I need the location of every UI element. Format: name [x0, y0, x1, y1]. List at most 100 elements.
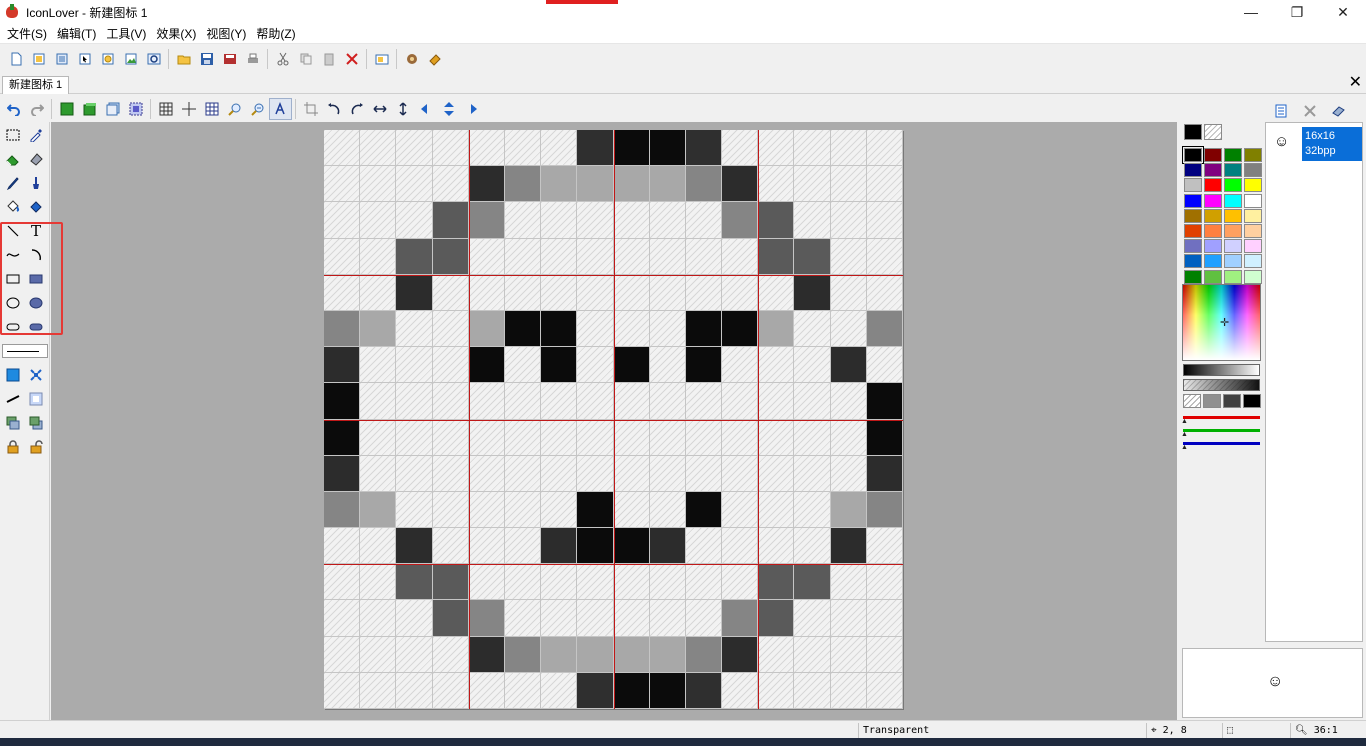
- pixel-cell[interactable]: [758, 564, 795, 601]
- palette-swatch[interactable]: [1204, 254, 1222, 269]
- undo-icon[interactable]: [2, 98, 25, 120]
- rounded-rect-tool-icon[interactable]: [2, 316, 24, 338]
- palette-swatch[interactable]: [1204, 193, 1222, 208]
- pixel-cell[interactable]: [685, 310, 723, 348]
- transparent-pixel-cell[interactable]: [830, 166, 867, 203]
- palette-swatch[interactable]: [1184, 208, 1202, 223]
- crop-icon[interactable]: [299, 98, 322, 120]
- transparent-pixel-cell[interactable]: [360, 130, 397, 167]
- palette-swatch[interactable]: [1184, 239, 1202, 254]
- transparent-pixel-cell[interactable]: [866, 528, 903, 565]
- delete-icon[interactable]: [340, 48, 363, 70]
- palette-swatch[interactable]: [1184, 254, 1202, 269]
- pixel-cell[interactable]: [613, 672, 650, 709]
- pixel-cell[interactable]: [432, 600, 469, 637]
- transparent-pixel-cell[interactable]: [830, 383, 867, 420]
- transparent-pixel-cell[interactable]: [504, 419, 542, 456]
- pixel-cell[interactable]: [541, 528, 578, 565]
- transparent-pixel-cell[interactable]: [432, 347, 469, 384]
- transparent-pixel-cell[interactable]: [468, 274, 505, 311]
- transparent-pixel-cell[interactable]: [360, 419, 397, 456]
- transparent-pixel-cell[interactable]: [577, 419, 614, 456]
- pixel-cell[interactable]: [830, 528, 867, 565]
- transparent-pixel-cell[interactable]: [794, 347, 831, 384]
- transparent-pixel-cell[interactable]: [468, 672, 505, 709]
- palette-swatch[interactable]: [1184, 269, 1202, 284]
- transparent-pixel-cell[interactable]: [360, 383, 397, 420]
- transparent-pixel-cell[interactable]: [866, 672, 903, 709]
- palette-swatch[interactable]: [1244, 178, 1262, 193]
- transparent-pixel-cell[interactable]: [432, 274, 469, 311]
- transparent-pixel-cell[interactable]: [468, 491, 505, 529]
- palette-swatch[interactable]: [1244, 224, 1262, 238]
- pixel-cell[interactable]: [649, 166, 686, 203]
- transparent-pixel-cell[interactable]: [324, 166, 361, 203]
- transparent-pixel-cell[interactable]: [830, 419, 867, 456]
- transparent-pixel-cell[interactable]: [577, 455, 614, 492]
- pixel-cell[interactable]: [432, 202, 469, 239]
- copy-icon[interactable]: [294, 48, 317, 70]
- pixel-cell[interactable]: [794, 238, 831, 275]
- menu-file[interactable]: 文件(S): [2, 25, 52, 43]
- palette-swatch[interactable]: [1224, 239, 1242, 254]
- transparent-pixel-cell[interactable]: [866, 166, 903, 203]
- transparent-pixel-cell[interactable]: [722, 238, 759, 275]
- transparent-pixel-cell[interactable]: [758, 130, 795, 167]
- pixel-cell[interactable]: [830, 347, 867, 384]
- transparent-pixel-cell[interactable]: [685, 419, 723, 456]
- pixel-cell[interactable]: [577, 528, 614, 565]
- transparent-pixel-cell[interactable]: [432, 528, 469, 565]
- shift-right-icon[interactable]: [460, 98, 483, 120]
- transparent-pixel-cell[interactable]: [360, 347, 397, 384]
- transparent-pixel-cell[interactable]: [324, 202, 361, 239]
- transparent-pixel-cell[interactable]: [432, 636, 469, 673]
- transparent-pixel-cell[interactable]: [722, 455, 759, 492]
- pixel-cell[interactable]: [866, 455, 903, 492]
- transparent-pixel-cell[interactable]: [432, 166, 469, 203]
- transparent-pixel-cell[interactable]: [866, 600, 903, 637]
- pixel-cell[interactable]: [722, 202, 759, 239]
- pixel-cell[interactable]: [577, 491, 614, 529]
- document-tab[interactable]: 新建图标 1: [2, 76, 70, 94]
- palette-swatch[interactable]: [1224, 208, 1242, 223]
- new-image-icon[interactable]: [119, 48, 142, 70]
- transparent-pixel-cell[interactable]: [324, 274, 361, 311]
- pixel-cell[interactable]: [722, 166, 759, 203]
- transparent-pixel-cell[interactable]: [432, 383, 469, 420]
- transparent-pixel-cell[interactable]: [722, 491, 759, 529]
- transparent-pixel-cell[interactable]: [360, 455, 397, 492]
- transparent-pixel-cell[interactable]: [649, 419, 686, 456]
- transparent-pixel-cell[interactable]: [722, 419, 759, 456]
- antialias-line-icon[interactable]: [2, 388, 24, 410]
- pixel-cell[interactable]: [468, 166, 505, 203]
- transparent-pixel-cell[interactable]: [758, 636, 795, 673]
- transparent-pixel-cell[interactable]: [685, 383, 723, 420]
- transparent-pixel-cell[interactable]: [866, 202, 903, 239]
- select-all-icon[interactable]: [124, 98, 147, 120]
- pixel-cell[interactable]: [685, 166, 723, 203]
- transparent-pixel-cell[interactable]: [758, 274, 795, 311]
- transparent-pixel-cell[interactable]: [541, 238, 578, 275]
- pixel-cell[interactable]: [577, 672, 614, 709]
- format-item[interactable]: 16x16 32bpp: [1302, 127, 1362, 161]
- transparent-pixel-cell[interactable]: [794, 419, 831, 456]
- layer-green-front-icon[interactable]: [2, 412, 24, 434]
- palette-swatch[interactable]: [1204, 269, 1222, 284]
- pixel-cell[interactable]: [866, 310, 903, 348]
- transparent-pixel-cell[interactable]: [396, 347, 433, 384]
- transparent-pixel-cell[interactable]: [794, 383, 831, 420]
- pixel-cell[interactable]: [324, 491, 361, 529]
- palette-swatch[interactable]: [1204, 208, 1222, 223]
- flip-vertical-icon[interactable]: [391, 98, 414, 120]
- pixel-cell[interactable]: [541, 636, 578, 673]
- filled-ellipse-tool-icon[interactable]: [25, 292, 47, 314]
- color-spectrum[interactable]: ✛: [1182, 284, 1261, 361]
- transparent-pixel-cell[interactable]: [577, 347, 614, 384]
- layer-green-icon[interactable]: [78, 98, 101, 120]
- pixel-cell[interactable]: [541, 347, 578, 384]
- transparent-pixel-cell[interactable]: [396, 419, 433, 456]
- transparent-pixel-cell[interactable]: [541, 419, 578, 456]
- transparent-pixel-cell[interactable]: [830, 310, 867, 348]
- transparent-pixel-cell[interactable]: [866, 130, 903, 167]
- gray-swatch[interactable]: [1183, 394, 1201, 408]
